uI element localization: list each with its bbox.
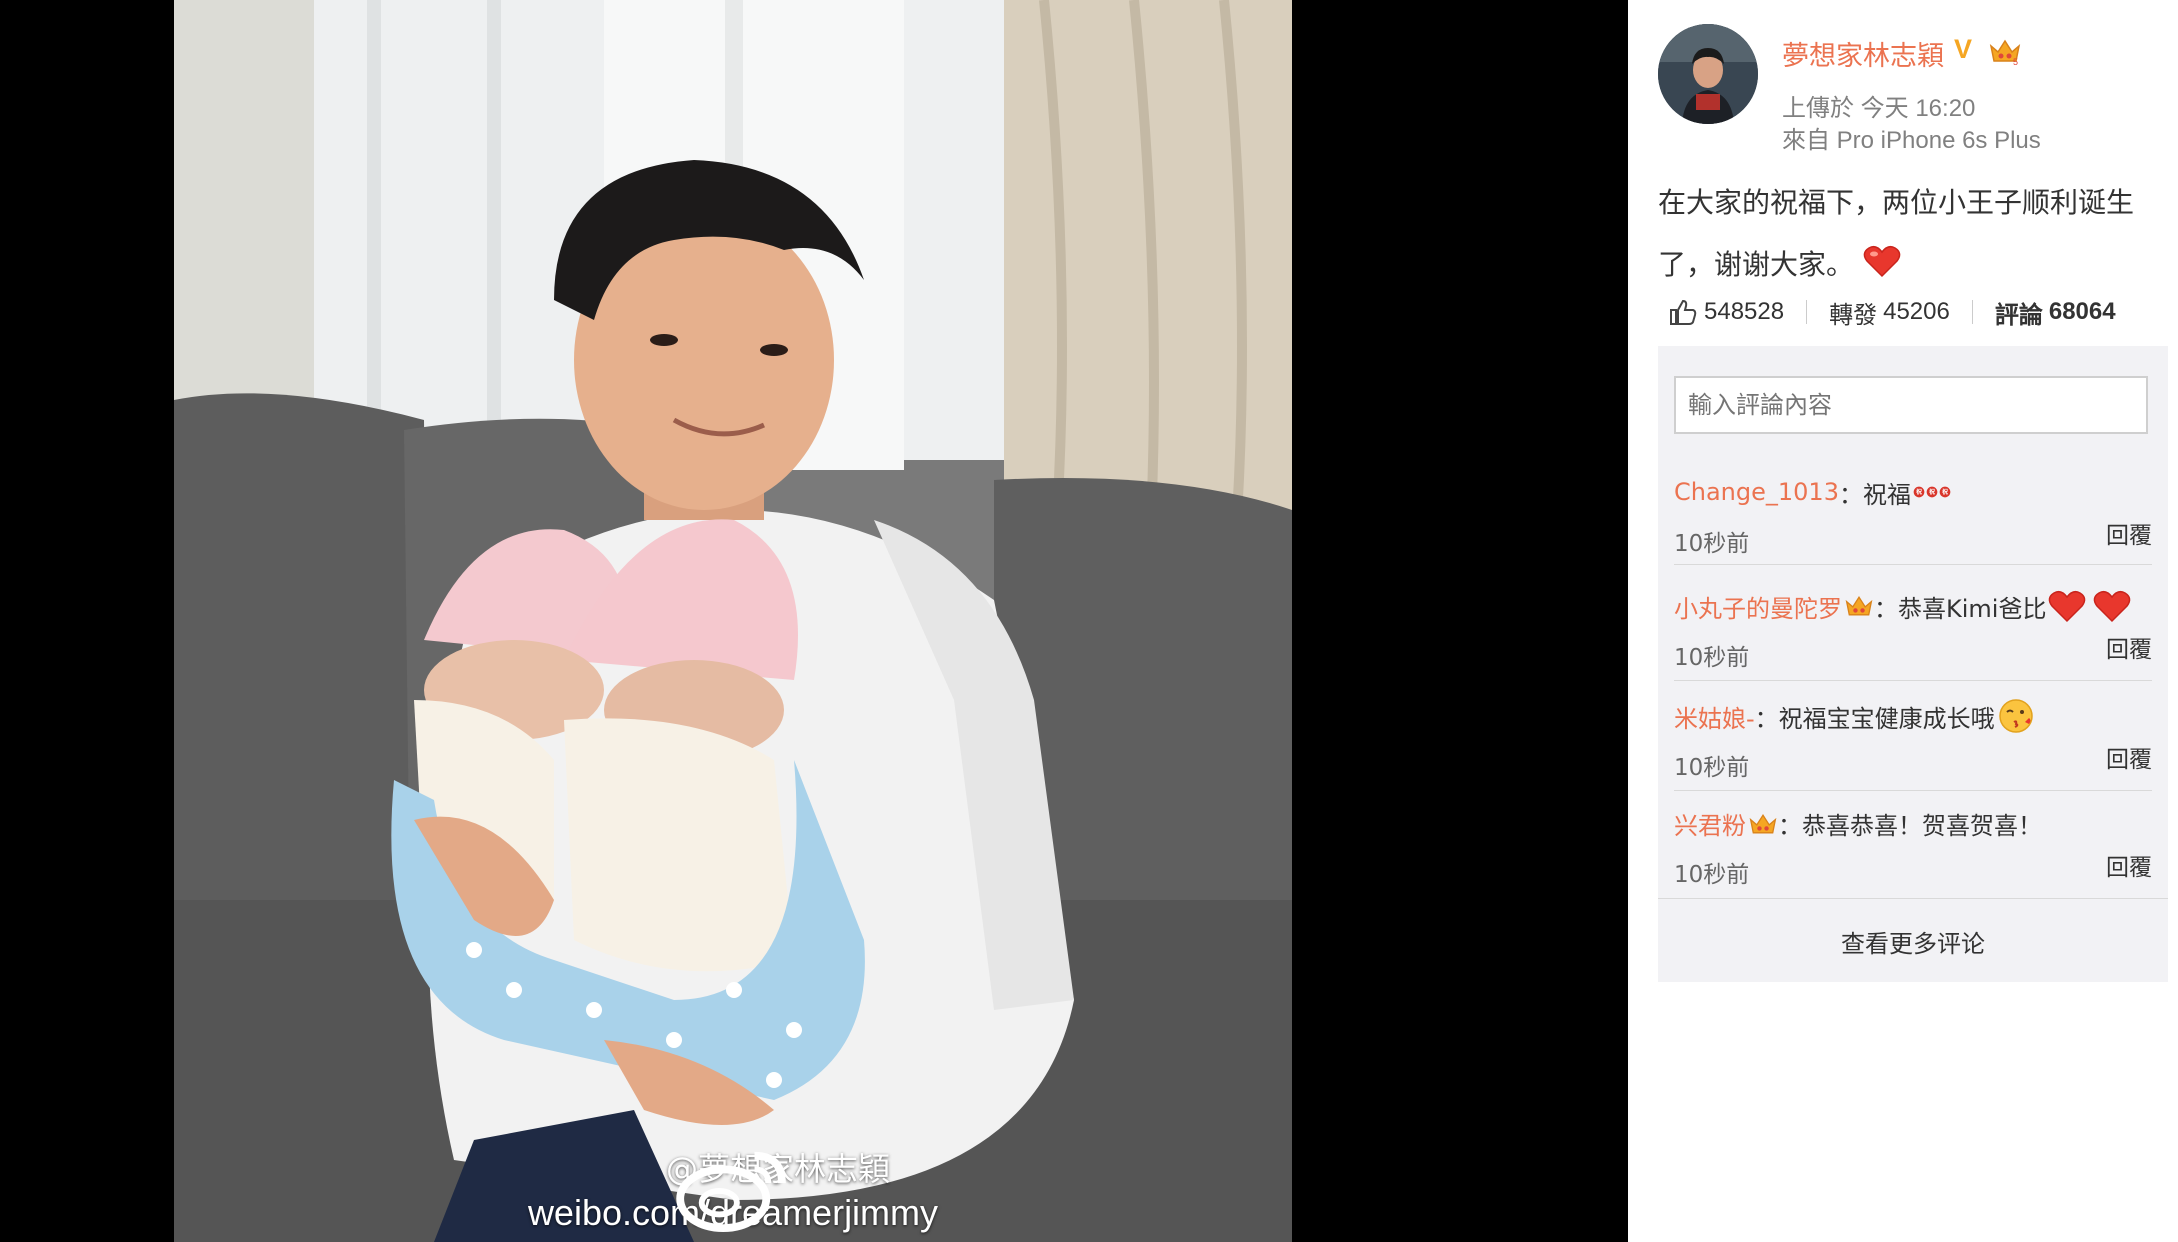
comment-separator: ： [1778, 812, 1802, 840]
verified-badge: V [1954, 34, 1973, 64]
heart-icon [2049, 590, 2131, 623]
comment-divider [1674, 680, 2152, 681]
comment-time: 10秒前 [1674, 645, 1750, 671]
reply-button[interactable]: 回覆 [2106, 848, 2152, 882]
repost-count: 45206 [1883, 298, 1950, 325]
svg-text:5: 5 [2013, 57, 2018, 66]
vip-crown-icon [1845, 595, 1873, 616]
svg-text:祝: 祝 [1916, 488, 1922, 496]
repost-button[interactable]: 轉發 45206 [1807, 295, 1972, 330]
reply-button[interactable]: 回覆 [2106, 516, 2152, 550]
reply-button[interactable]: 回覆 [2106, 630, 2152, 664]
upload-time: 上傳於 今天 16:20 [1782, 95, 1976, 122]
reply-button[interactable]: 回覆 [2106, 740, 2152, 774]
post-side-panel: 夢想家林志穎 V 5 上傳於 今天 16:20 來自 Pro iPhone 6s… [1628, 0, 2178, 1242]
heart-icon [1863, 245, 1901, 278]
kiss-face-icon [1998, 699, 2033, 733]
comment-time: 10秒前 [1674, 531, 1750, 557]
comment-label: 評論 [1994, 301, 2043, 329]
like-button[interactable]: 548528 [1658, 297, 1806, 327]
author-name[interactable]: 夢想家林志穎 [1782, 34, 1944, 73]
comment-input[interactable] [1674, 376, 2148, 434]
comment-text: 恭喜Kimi爸比 [1898, 594, 2047, 623]
comment-separator: ： [1838, 480, 1863, 509]
post-source: 來自 Pro iPhone 6s Plus [1782, 127, 2041, 154]
avatar-image [1658, 24, 1758, 124]
post-stats: 548528 轉發 45206 評論 68064 [1658, 290, 2162, 334]
vip-crown-icon: 5 [1989, 39, 2021, 66]
comment-divider [1674, 790, 2152, 791]
comment-item: 兴君粉 ： 恭喜恭喜！贺喜贺喜！ 10秒前 回覆 [1674, 806, 2152, 888]
comment-count: 68064 [2048, 298, 2116, 325]
thumb-up-icon [1670, 299, 1697, 325]
like-count: 548528 [1704, 298, 1785, 325]
comment-text: 祝福宝宝健康成长哦 [1778, 704, 1995, 733]
photo-illustration [174, 0, 1292, 1242]
comment-divider [1674, 564, 2152, 565]
comment-time: 10秒前 [1674, 755, 1750, 781]
svg-text:祝: 祝 [1942, 488, 1948, 496]
comments-section: Change_1013 ： 祝福 祝 祝 祝 10秒前 回覆 小丸子的曼陀罗 [1658, 346, 2168, 982]
comment-text: 祝福 [1862, 480, 1911, 509]
post-text: 在大家的祝福下，两位小王子顺利诞生了，谢谢大家。 [1658, 172, 2158, 296]
comment-item: Change_1013 ： 祝福 祝 祝 祝 10秒前 回覆 [1674, 474, 2152, 557]
post-photo[interactable]: @夢想家林志穎 weibo.com/dreamerjimmy [174, 0, 1292, 1242]
comment-user[interactable]: 米姑娘- [1674, 699, 1755, 734]
comment-user[interactable]: 兴君粉 [1674, 806, 1746, 841]
comment-user[interactable]: Change_1013 [1674, 478, 1839, 506]
photo-viewer: @夢想家林志穎 weibo.com/dreamerjimmy [0, 0, 1628, 1242]
author-avatar[interactable] [1658, 24, 1758, 124]
comment-separator: ： [1754, 704, 1779, 733]
comment-time: 10秒前 [1674, 862, 1750, 888]
comment-text: 恭喜恭喜！贺喜贺喜！ [1802, 812, 2042, 840]
comment-item: 小丸子的曼陀罗 ： 恭喜Kimi爸比 10秒前 回覆 [1674, 588, 2152, 671]
more-comments-button[interactable]: 查看更多评论 [1658, 898, 2168, 983]
comment-separator: ： [1874, 594, 1898, 623]
repost-label: 轉發 [1829, 301, 1878, 329]
vip-crown-icon [1749, 813, 1777, 833]
weibo-logo-icon [676, 1151, 786, 1233]
comment-user[interactable]: 小丸子的曼陀罗 [1674, 589, 1842, 624]
comment-item: 米姑娘- ： 祝福宝宝健康成长哦 10秒前 回覆 [1674, 698, 2152, 781]
svg-text:祝: 祝 [1929, 488, 1935, 496]
photo-watermark: @夢想家林志穎 weibo.com/dreamerjimmy [174, 1144, 1292, 1234]
blessing-icon: 祝 祝 祝 [1913, 486, 1951, 498]
comment-tab[interactable]: 評論 68064 [1973, 295, 2138, 330]
